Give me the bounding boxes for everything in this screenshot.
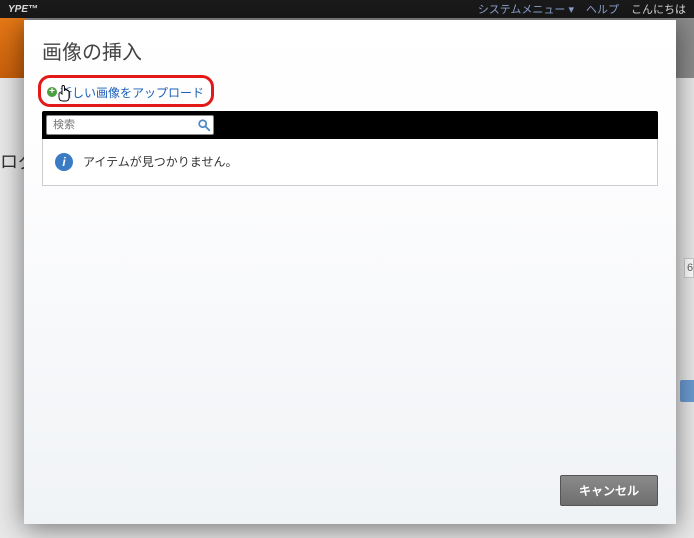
bg-side-button[interactable]: [680, 380, 694, 402]
plus-icon: +: [47, 87, 57, 97]
info-icon: i: [55, 153, 73, 171]
orange-tab: [0, 18, 25, 78]
dialog-content: i アイテムが見つかりません。: [42, 111, 658, 464]
bg-cell: 6: [684, 258, 694, 278]
search-box[interactable]: [46, 115, 214, 135]
search-input[interactable]: [53, 119, 197, 131]
upload-new-image-link[interactable]: + 新しい画像をアップロード: [47, 84, 204, 101]
brand-logo: YPE™: [8, 4, 38, 15]
search-icon[interactable]: [197, 118, 211, 132]
dialog-footer: キャンセル: [24, 463, 676, 524]
empty-message: アイテムが見つかりません。: [83, 153, 237, 170]
results-panel: i アイテムが見つかりません。: [42, 139, 658, 186]
insert-image-dialog: 画像の挿入 + 新しい画像をアップロード i アイテムが見つかりません。 キャン…: [24, 20, 676, 524]
upload-link-label: 新しい画像をアップロード: [60, 84, 204, 101]
help-link[interactable]: ヘルプ: [586, 1, 619, 17]
toolbar: [42, 111, 658, 139]
greeting-text: こんにちは: [631, 1, 686, 17]
cancel-button[interactable]: キャンセル: [560, 475, 658, 506]
dialog-title: 画像の挿入: [24, 20, 676, 75]
system-menu-link[interactable]: システムメニュー ▾: [478, 1, 574, 17]
upload-highlight: + 新しい画像をアップロード: [38, 75, 214, 107]
header-nav: システムメニュー ▾ ヘルプ こんにちは: [478, 1, 686, 17]
app-header: YPE™ システムメニュー ▾ ヘルプ こんにちは: [0, 0, 694, 18]
